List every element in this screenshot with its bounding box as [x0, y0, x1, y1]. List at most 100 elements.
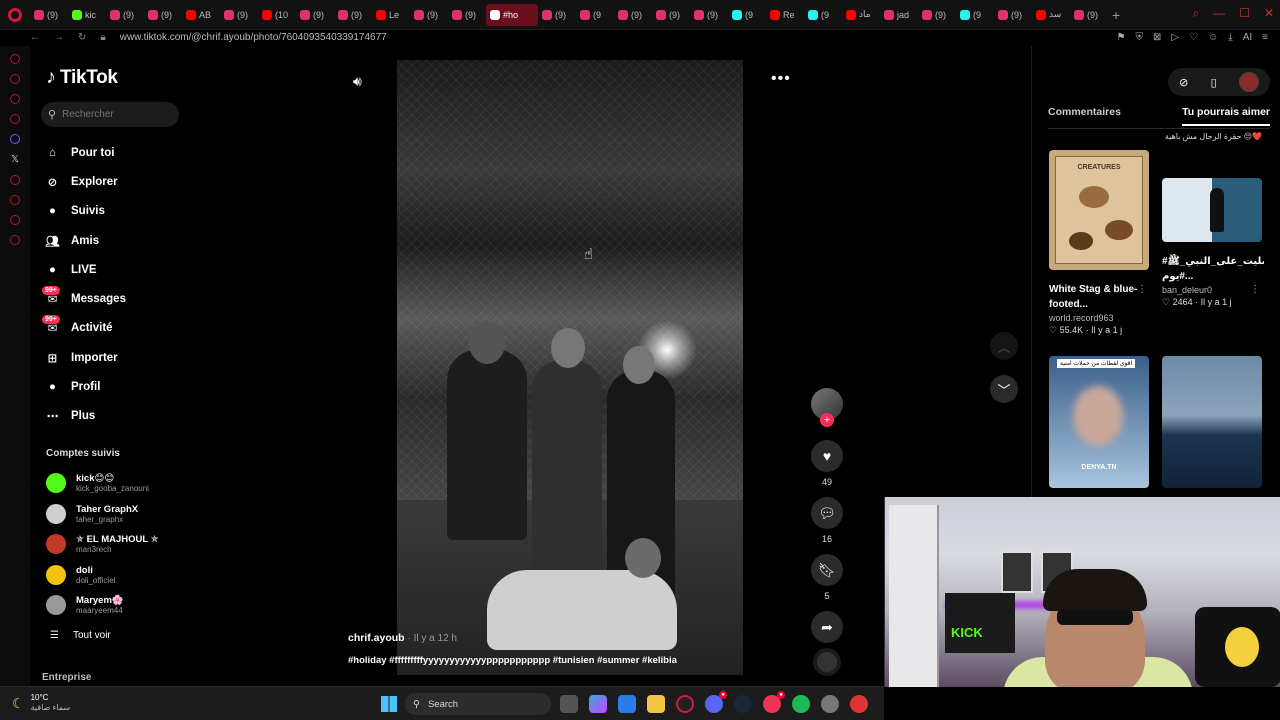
sidebar-extensions-icon[interactable] — [10, 215, 20, 225]
app-icon[interactable]: ● — [763, 691, 785, 713]
browser-tab[interactable]: (9) — [652, 0, 690, 30]
send-icon[interactable]: ▷ — [1171, 32, 1179, 43]
file-explorer-icon[interactable] — [647, 695, 665, 713]
sidebar-twitch-icon[interactable] — [10, 134, 20, 144]
suggested-card-3[interactable]: اقوى لقطات من حملات امنية DENYA.TN — [1049, 356, 1151, 488]
discord-icon[interactable]: ● — [705, 691, 727, 713]
settings-icon[interactable] — [821, 695, 839, 713]
menu-item-profil[interactable]: ● Profil — [44, 372, 126, 401]
browser-tab[interactable]: (9) — [144, 0, 182, 30]
browser-tab[interactable]: (9 — [728, 0, 766, 30]
browser-tab[interactable]: (9) — [448, 0, 486, 30]
close-button[interactable]: ✕ — [1264, 6, 1274, 21]
browser-tab[interactable]: kic — [68, 0, 106, 30]
forward-icon[interactable]: → — [54, 32, 64, 43]
back-icon[interactable]: ← — [30, 32, 40, 43]
phone-icon[interactable]: ▯ — [1211, 76, 1217, 89]
browser-tab[interactable]: (9) — [994, 0, 1032, 30]
browser-tab[interactable]: (9) — [410, 0, 448, 30]
sidebar-ai-icon[interactable] — [10, 54, 20, 64]
profile-icon[interactable]: ☺ — [1208, 32, 1218, 43]
sidebar-workspace-icon[interactable] — [10, 74, 20, 84]
search-tabs-icon[interactable]: ⌕ — [1192, 6, 1199, 21]
followed-account[interactable]: Taher GraphX taher_graphx — [46, 499, 159, 530]
task-view-icon[interactable] — [560, 695, 578, 713]
menu-icon[interactable]: ≡ — [1262, 32, 1268, 43]
followed-account[interactable]: doli doli_officiel — [46, 560, 159, 591]
opera-logo-icon[interactable] — [0, 7, 30, 22]
browser-tab[interactable]: (9) — [538, 0, 576, 30]
compass-icon[interactable]: ⊘ — [1179, 76, 1188, 89]
browser-tab[interactable]: AB — [182, 0, 220, 30]
menu-item-suivis[interactable]: ● Suivis — [44, 197, 126, 226]
suggested-card-2[interactable]: حقرة الرجال مش باهية 😔❤️ #هل_صليت_على_ال… — [1162, 132, 1264, 308]
browser-tab[interactable]: jad — [880, 0, 918, 30]
suggested-card-1[interactable]: CREATURES White Stag & blue-footed... wo… — [1049, 150, 1151, 336]
browser-tab[interactable]: (9 — [576, 0, 614, 30]
post-author[interactable]: chrif.ayoub · Il y a 12 h — [348, 632, 457, 644]
maximize-button[interactable]: ☐ — [1239, 6, 1250, 21]
weather-widget[interactable]: ☾ 10°C سماء صافية — [12, 693, 70, 713]
shield-icon[interactable]: ⛨ — [1136, 32, 1144, 43]
volume-icon[interactable]: 🔊︎ — [353, 73, 362, 90]
author-avatar[interactable]: + — [811, 388, 843, 427]
tiktok-logo[interactable]: ♪ TikTok — [46, 66, 118, 89]
tab-suggestions[interactable]: Tu pourrais aimer — [1182, 106, 1270, 126]
browser-tab[interactable]: (9) — [296, 0, 334, 30]
browser-tab[interactable]: (9) — [334, 0, 372, 30]
menu-item-explorer[interactable]: ⊘ Explorer — [44, 167, 126, 196]
windows-start-icon[interactable] — [381, 696, 397, 712]
browser-tab[interactable]: (9) — [30, 0, 68, 30]
recording-icon[interactable] — [850, 695, 868, 713]
snapshot-icon[interactable]: ⊠ — [1153, 32, 1161, 43]
followed-account[interactable]: ✯ EL MAJHOUL ✯ man3rech — [46, 529, 159, 560]
music-disc-icon[interactable] — [813, 648, 841, 676]
sidebar-messenger-icon[interactable] — [10, 94, 20, 104]
ai-button[interactable]: AI — [1243, 32, 1252, 43]
photo-post-viewer[interactable]: ‹ › — [397, 60, 743, 675]
follow-plus-icon[interactable]: + — [820, 413, 834, 427]
browser-tab[interactable]: سد — [1032, 0, 1070, 30]
sidebar-settings-icon[interactable] — [10, 235, 20, 245]
browser-tab[interactable]: (9) — [1070, 0, 1108, 30]
minimize-button[interactable]: — — [1213, 6, 1225, 21]
spotify-icon[interactable] — [792, 695, 810, 713]
enterprise-link[interactable]: Entreprise — [42, 672, 91, 683]
heart-icon[interactable]: ♡ — [1189, 32, 1198, 43]
sidebar-player-icon[interactable] — [10, 175, 20, 185]
sidebar-instagram-icon[interactable] — [10, 114, 20, 124]
user-avatar[interactable] — [1238, 72, 1259, 92]
browser-tab[interactable]: (9) — [106, 0, 144, 30]
browser-tab[interactable]: Le — [372, 0, 410, 30]
menu-item-plus[interactable]: ⋯ Plus — [44, 402, 126, 431]
browser-tab[interactable]: (9) — [918, 0, 956, 30]
post-hashtags[interactable]: #holiday #fffffffffyyyyyyyyyyyyppppppppp… — [348, 655, 677, 666]
menu-item-amis[interactable]: 👥︎ Amis — [44, 226, 126, 255]
browser-tab[interactable]: (9) — [690, 0, 728, 30]
search-input[interactable] — [62, 109, 163, 120]
browser-tab[interactable]: #ho — [486, 3, 538, 26]
url-field[interactable]: www.tiktok.com/@chrif.ayoub/photo/760409… — [120, 32, 387, 43]
previous-post-button[interactable]: ︿ — [990, 332, 1018, 360]
copilot-icon[interactable] — [589, 695, 607, 713]
browser-tab[interactable]: (9 — [956, 0, 994, 30]
suggested-card-4[interactable] — [1162, 356, 1264, 488]
menu-item-live[interactable]: ● LIVE — [44, 255, 126, 284]
tab-comments[interactable]: Commentaires — [1048, 106, 1121, 126]
more-options-icon[interactable]: ••• — [771, 70, 791, 88]
browser-tab[interactable]: Re — [766, 0, 804, 30]
next-post-button[interactable]: ﹀ — [990, 375, 1018, 403]
followed-account[interactable]: kick😊😊 kick_gooba_zanouni — [46, 468, 159, 499]
new-tab-button[interactable]: + — [1112, 7, 1120, 23]
browser-tab[interactable]: (9 — [804, 0, 842, 30]
menu-item-importer[interactable]: ⊞ Importer — [44, 343, 126, 372]
next-photo-icon[interactable]: › — [522, 606, 526, 618]
card-menu-icon[interactable]: ⋮ — [1250, 284, 1260, 295]
sidebar-x-icon[interactable]: 𝕏 — [11, 154, 19, 165]
search-box[interactable]: ⚲ — [41, 102, 179, 127]
save-button[interactable]: 🔖︎ — [811, 554, 843, 586]
menu-item-activit-[interactable]: ✉ 99+ Activité — [42, 314, 126, 343]
prev-photo-icon[interactable]: ‹ — [512, 606, 516, 618]
reload-icon[interactable]: ↻ — [78, 32, 86, 43]
followed-account[interactable]: Maryem🌸 maaryeem44 — [46, 590, 159, 621]
